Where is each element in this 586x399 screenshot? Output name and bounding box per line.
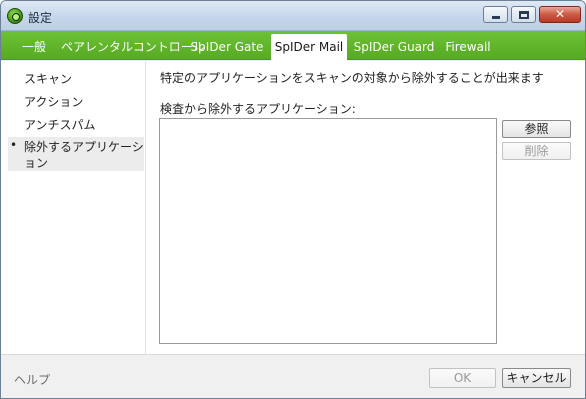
window-title: 設定 [28, 11, 53, 25]
excluded-apps-list[interactable] [159, 118, 497, 344]
section-description: 特定のアプリケーションをスキャンの対象から除外することが出来ます [160, 71, 544, 85]
tab-spider-guard[interactable]: SpIDer Guard [353, 35, 435, 60]
browse-button[interactable]: 参照 [502, 120, 571, 138]
sidebar-item-antispam[interactable]: アンチスパム [8, 117, 144, 133]
close-icon: ✕ [554, 7, 566, 21]
sidebar-item-scan[interactable]: スキャン [8, 71, 144, 87]
drweb-spider-icon [7, 8, 23, 24]
settings-window: 設定 ✕ 一般 ペアレンタルコントロール SpIDer Gate SpIDer … [0, 0, 586, 399]
sidebar-item-label: 除外するアプリケーション [24, 140, 144, 170]
close-button[interactable]: ✕ [539, 6, 581, 23]
sidebar-item-label: スキャン [24, 72, 73, 86]
sidebar-item-label: アンチスパム [24, 118, 96, 132]
excluded-apps-label: 検査から除外するアプリケーション: [160, 102, 356, 116]
tab-spider-gate[interactable]: SpIDer Gate [189, 35, 265, 60]
sidebar-item-label: アクション [24, 95, 84, 109]
content-area: スキャン アクション アンチスパム • 除外するアプリケーション 特定のアプリケ… [1, 61, 585, 354]
maximize-icon [519, 11, 529, 19]
minimize-button[interactable] [483, 6, 508, 23]
sidebar: スキャン アクション アンチスパム • 除外するアプリケーション [1, 61, 146, 354]
cancel-button[interactable]: キャンセル [502, 368, 571, 388]
sidebar-item-excluded-apps[interactable]: • 除外するアプリケーション [8, 137, 144, 171]
tab-parental-control[interactable]: ペアレンタルコントロール [61, 35, 205, 60]
help-link[interactable]: ヘルプ [14, 371, 50, 388]
minimize-icon [492, 16, 500, 19]
delete-button[interactable]: 削除 [502, 142, 571, 160]
tab-firewall[interactable]: Firewall [441, 35, 495, 60]
tab-bar: 一般 ペアレンタルコントロール SpIDer Gate SpIDer Mail … [1, 31, 585, 61]
title-bar[interactable]: 設定 ✕ [1, 1, 585, 31]
window-controls: ✕ [483, 6, 581, 23]
tab-general[interactable]: 一般 [13, 35, 55, 60]
sidebar-item-actions[interactable]: アクション [8, 94, 144, 110]
selection-bullet-icon: • [10, 138, 18, 152]
footer: ヘルプ OK キャンセル [1, 354, 585, 398]
tab-spider-mail[interactable]: SpIDer Mail [271, 34, 347, 61]
ok-button[interactable]: OK [429, 368, 496, 388]
maximize-button[interactable] [511, 6, 536, 23]
